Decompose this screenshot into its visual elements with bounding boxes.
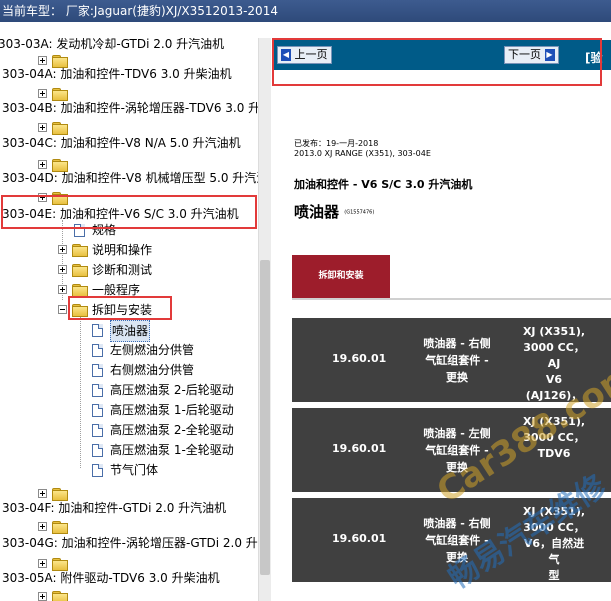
document-icon: [92, 404, 103, 417]
document-icon: [92, 424, 103, 437]
tree-node-label: 303-04C: 加油和控件-V8 N/A 5.0 升汽油机: [2, 136, 241, 150]
procedure-desc: 喷油器 - 左侧气缸组套件 - 更换: [423, 426, 491, 474]
tree-node-section[interactable]: 303-04F: 加油和控件-GTDi 2.0 升汽油机: [0, 498, 258, 518]
tree-node[interactable]: 高压燃油泵 1-后轮驱动: [0, 400, 258, 420]
expand-plus-icon[interactable]: [38, 592, 47, 601]
tree-node-label: 高压燃油泵 2-全轮驱动: [110, 423, 234, 437]
tree-node-label: 303-05A: 附件驱动-TDV6 3.0 升柴油机: [2, 571, 220, 585]
expand-plus-icon[interactable]: [38, 522, 47, 531]
document-icon: [92, 364, 103, 377]
tree-node-section[interactable]: 303-04B: 加油和控件-涡轮增压器-TDV6 3.0 升柴油机: [0, 98, 258, 118]
procedure-row[interactable]: 19.60.01 喷油器 - 右侧气缸组套件 - 更换 XJ (X351), 3…: [292, 318, 611, 418]
tree-node-label: 303-04D: 加油和控件-V8 机械增压型 5.0 升汽油机: [2, 171, 258, 185]
document-icon: [92, 464, 103, 477]
tree-node[interactable]: 高压燃油泵 2-全轮驱动: [0, 420, 258, 440]
tree-node-label: 高压燃油泵 1-后轮驱动: [110, 403, 234, 417]
tree-node-label: 303-04B: 加油和控件-涡轮增压器-TDV6 3.0 升柴油机: [2, 101, 258, 115]
folder-icon: [52, 591, 68, 601]
tree-node-section[interactable]: 303-04G: 加油和控件-涡轮增压器-GTDi 2.0 升汽油机: [0, 533, 258, 553]
tree-node-label: 303-04F: 加油和控件-GTDi 2.0 升汽油机: [2, 501, 227, 515]
procedure-row[interactable]: 19.60.01 喷油器 - 右侧气缸组套件 - 更换 XJ (X351), 3…: [292, 498, 611, 582]
tree-node[interactable]: 说明和操作: [0, 240, 258, 260]
tree-node[interactable]: 左侧燃油分供管: [0, 340, 258, 360]
tree-node-section[interactable]: 303-05A: 附件驱动-TDV6 3.0 升柴油机: [0, 568, 258, 588]
tree-node[interactable]: 右侧燃油分供管: [0, 360, 258, 380]
procedure-model: XJ (X351), 3000 CC， V6，自然进气 型: [522, 505, 586, 582]
collapse-minus-icon[interactable]: [58, 305, 67, 314]
expand-plus-icon[interactable]: [58, 285, 67, 294]
scrollbar-thumb[interactable]: [260, 260, 270, 575]
tree-node-expander[interactable]: [0, 587, 258, 601]
document-panel: ◀ 上一页 下一页 ▶ [验 已发布：19-一月-2018 2013.0 XJ …: [272, 38, 611, 601]
document-heading: 加油和控件 - V6 S/C 3.0 升汽油机: [294, 178, 473, 191]
folder-icon: [52, 521, 68, 534]
procedure-code: 19.60.01: [332, 442, 387, 455]
section-tab-bar: 拆卸和安装: [292, 255, 611, 300]
expand-plus-icon[interactable]: [38, 89, 47, 98]
tree-node-label: 高压燃油泵 1-全轮驱动: [110, 443, 234, 457]
tree-node-label: 高压燃油泵 2-后轮驱动: [110, 383, 234, 397]
expand-plus-icon[interactable]: [38, 123, 47, 132]
document-icon: [92, 344, 103, 357]
procedure-code: 19.60.01: [332, 352, 387, 365]
section-tab-removal-installation[interactable]: 拆卸和安装: [292, 255, 390, 298]
expand-plus-icon[interactable]: [38, 489, 47, 498]
title-bar: 当前车型： 厂家:Jaguar(捷豹)XJ/X3512013-2014: [0, 0, 611, 22]
tree-node[interactable]: 诊断和测试: [0, 260, 258, 280]
tree-scrollbar[interactable]: [258, 38, 271, 601]
tree-node[interactable]: 喷油器: [0, 320, 258, 342]
document-icon: [92, 384, 103, 397]
highlight-section-box: [1, 195, 257, 229]
tree-node-label: 诊断和测试: [92, 263, 153, 277]
subheading-code: (G1557476): [344, 209, 375, 216]
procedure-code: 19.60.01: [332, 532, 387, 545]
document-subheading: 喷油器 (G1557476): [294, 203, 375, 221]
tree-node-label: 说明和操作: [92, 243, 153, 257]
tree-node-label: 303-04A: 加油和控件-TDV6 3.0 升柴油机: [2, 67, 232, 81]
tree-node-section[interactable]: 303-04A: 加油和控件-TDV6 3.0 升柴油机: [0, 64, 258, 84]
model-info: 2013.0 XJ RANGE (X351), 303-04E: [294, 149, 431, 158]
procedure-row[interactable]: 19.60.01 喷油器 - 左侧气缸组套件 - 更换 XJ (X351), 3…: [292, 408, 611, 492]
expand-plus-icon[interactable]: [38, 559, 47, 568]
folder-icon: [72, 264, 88, 277]
highlight-nav-box: [272, 38, 602, 86]
tree-node[interactable]: 高压燃油泵 1-全轮驱动: [0, 440, 258, 460]
procedure-desc: 喷油器 - 右侧气缸组套件 - 更换: [423, 516, 491, 564]
expand-plus-icon[interactable]: [58, 245, 67, 254]
highlight-folder-box: [68, 296, 172, 320]
expand-plus-icon[interactable]: [58, 265, 67, 274]
tree-node[interactable]: 高压燃油泵 2-后轮驱动: [0, 380, 258, 400]
procedure-model: XJ (X351), 3000 CC， TDV6: [522, 415, 586, 460]
document-icon: [92, 324, 103, 337]
tree-node-section[interactable]: 303-04C: 加油和控件-V8 N/A 5.0 升汽油机: [0, 133, 258, 153]
tree-node-label: 303-04G: 加油和控件-涡轮增压器-GTDi 2.0 升汽油机: [2, 536, 258, 550]
tree-node-label: 节气门体: [110, 463, 159, 477]
tree-node-label: 左侧燃油分供管: [110, 343, 195, 357]
tree-node[interactable]: 节气门体: [0, 460, 258, 480]
folder-icon: [72, 244, 88, 257]
document-icon: [92, 444, 103, 457]
tree-node-label-selected: 喷油器: [110, 320, 151, 342]
publish-date: 已发布：19-一月-2018: [294, 139, 379, 148]
tree-node-section[interactable]: 303-04D: 加油和控件-V8 机械增压型 5.0 升汽油机: [0, 168, 258, 188]
folder-icon: [72, 284, 88, 297]
procedure-desc: 喷油器 - 右侧气缸组套件 - 更换: [423, 336, 491, 384]
tree-node-label: 右侧燃油分供管: [110, 363, 195, 377]
procedure-model: XJ (X351), 3000 CC，AJ V6 (AJ126)， 增压型: [522, 325, 586, 418]
